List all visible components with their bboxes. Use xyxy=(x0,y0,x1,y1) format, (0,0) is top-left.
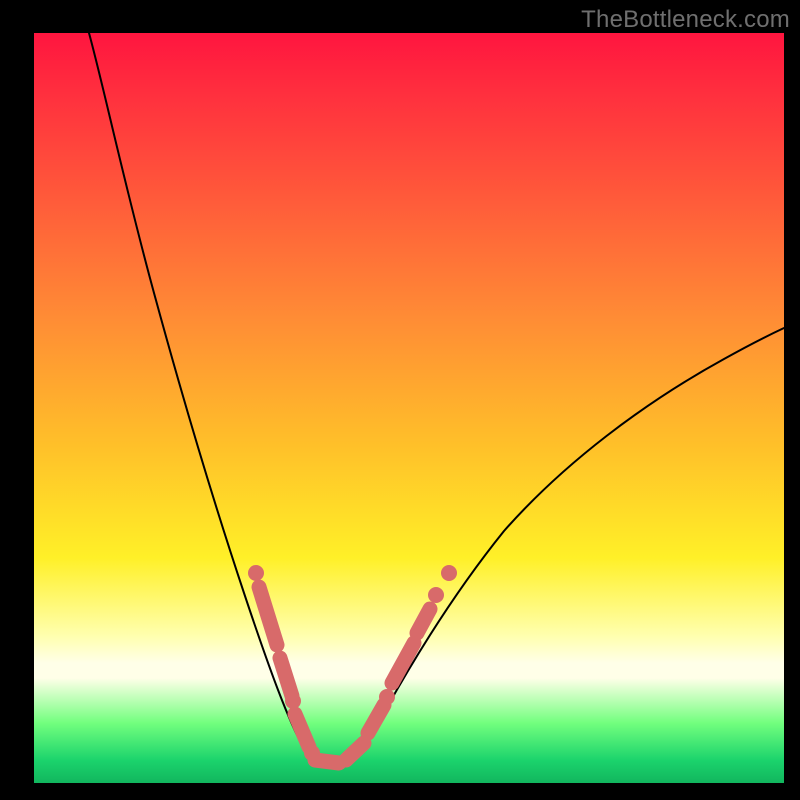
curve-right xyxy=(334,328,784,763)
outer-frame: TheBottleneck.com xyxy=(0,0,800,800)
chart-svg xyxy=(34,33,784,783)
marker-overlay xyxy=(248,565,457,763)
plot-area xyxy=(34,33,784,783)
watermark-text: TheBottleneck.com xyxy=(581,6,790,34)
curve-left xyxy=(89,33,324,763)
